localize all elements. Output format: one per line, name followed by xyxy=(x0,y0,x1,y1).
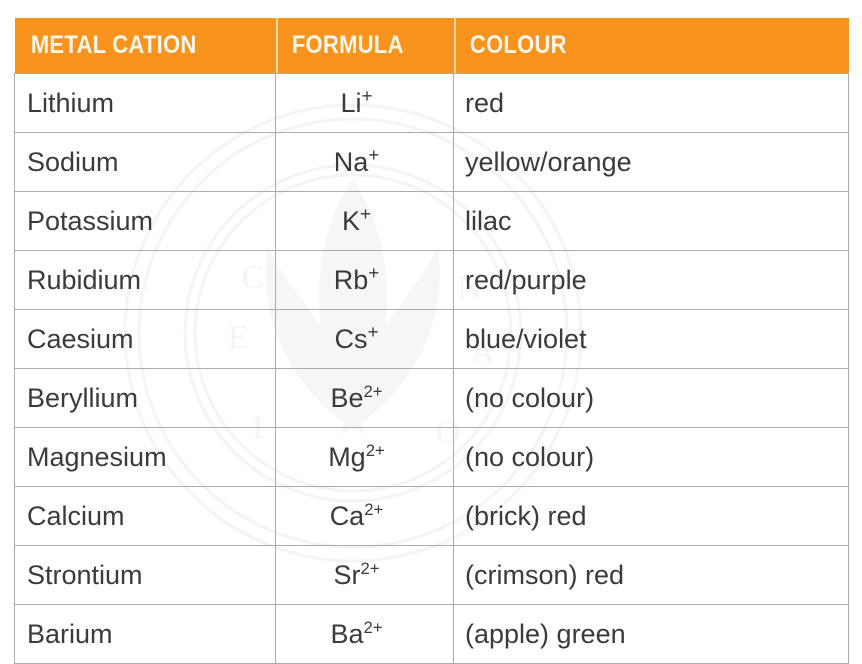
formula-symbol: Be xyxy=(330,382,364,413)
cell-colour: (no colour) xyxy=(453,368,849,428)
cell-metal-cation: Caesium xyxy=(14,309,276,369)
table-row: Sodium Na+ yellow/orange xyxy=(14,132,849,192)
table-row: Strontium Sr2+ (crimson) red xyxy=(14,545,849,605)
formula-charge: 2+ xyxy=(364,499,384,519)
cell-formula: Ba2+ xyxy=(275,604,454,664)
cell-formula: Na+ xyxy=(275,132,454,192)
cell-colour: (crimson) red xyxy=(453,545,849,605)
cell-colour: (brick) red xyxy=(453,486,849,546)
cell-colour: red xyxy=(453,73,849,133)
cell-metal-cation: Beryllium xyxy=(14,368,276,428)
table-row: Potassium K+ lilac xyxy=(14,191,849,251)
cell-colour: (no colour) xyxy=(453,427,849,487)
formula-symbol: Li xyxy=(340,87,362,118)
cell-colour: red/purple xyxy=(453,250,849,310)
formula-symbol: Ca xyxy=(329,500,365,531)
formula-symbol: Cs xyxy=(334,323,368,354)
formula-symbol: Na xyxy=(333,146,369,177)
table-row: Magnesium Mg2+ (no colour) xyxy=(14,427,849,487)
cell-colour: lilac xyxy=(453,191,849,251)
cell-metal-cation: Rubidium xyxy=(14,250,276,310)
formula-charge: 2+ xyxy=(360,558,380,578)
formula-charge: + xyxy=(367,321,379,343)
cell-formula: Be2+ xyxy=(275,368,454,428)
formula-charge: 2+ xyxy=(363,617,383,637)
table-row: Lithium Li+ red xyxy=(14,73,849,133)
cell-colour: (apple) green xyxy=(453,604,849,664)
cell-metal-cation: Barium xyxy=(14,604,276,664)
cell-formula: Ca2+ xyxy=(275,486,454,546)
table-row: Barium Ba2+ (apple) green xyxy=(14,604,849,664)
formula-symbol: Ba xyxy=(330,618,364,649)
cell-formula: Sr2+ xyxy=(275,545,454,605)
column-header-metal-cation: METAL CATION xyxy=(30,31,197,59)
formula-charge: 2+ xyxy=(365,440,385,460)
formula-charge: 2+ xyxy=(363,381,383,401)
cell-metal-cation: Potassium xyxy=(14,191,276,251)
cell-metal-cation: Sodium xyxy=(14,132,276,192)
formula-symbol: Rb xyxy=(333,264,369,295)
table-header: METAL CATION FORMULA COLOUR xyxy=(14,18,849,74)
cell-formula: K+ xyxy=(275,191,454,251)
column-header-formula: FORMULA xyxy=(276,18,433,74)
formula-symbol: Mg xyxy=(328,441,366,472)
formula-charge: + xyxy=(368,262,380,284)
table-row: Calcium Ca2+ (brick) red xyxy=(14,486,849,546)
table-row: Caesium Cs+ blue/violet xyxy=(14,309,849,369)
cell-colour: blue/violet xyxy=(453,309,849,369)
cell-colour: yellow/orange xyxy=(453,132,849,192)
cell-formula: Cs+ xyxy=(275,309,454,369)
formula-charge: + xyxy=(368,144,380,166)
cell-formula: Rb+ xyxy=(275,250,454,310)
flame-test-colours-table-container: METAL CATION FORMULA COLOUR Lithium Li+ re… xyxy=(14,18,849,664)
formula-symbol: K xyxy=(341,205,360,236)
cell-metal-cation: Calcium xyxy=(14,486,276,546)
column-header-colour: COLOUR xyxy=(454,18,802,74)
table-body: Lithium Li+ red Sodium Na+ yellow/orange Potas… xyxy=(14,73,849,664)
cell-metal-cation: Strontium xyxy=(14,545,276,605)
cell-formula: Mg2+ xyxy=(275,427,454,487)
table-row: Beryllium Be2+ (no colour) xyxy=(14,368,849,428)
header-row: METAL CATION FORMULA COLOUR xyxy=(14,18,849,74)
formula-charge: + xyxy=(359,203,372,225)
cell-formula: Li+ xyxy=(275,73,454,133)
flame-test-colours-table: METAL CATION FORMULA COLOUR Lithium Li+ re… xyxy=(14,18,849,664)
formula-charge: + xyxy=(361,85,373,107)
table-row: Rubidium Rb+ red/purple xyxy=(14,250,849,310)
formula-symbol: Sr xyxy=(333,559,361,590)
cell-metal-cation: Lithium xyxy=(14,73,276,133)
cell-metal-cation: Magnesium xyxy=(14,427,276,487)
